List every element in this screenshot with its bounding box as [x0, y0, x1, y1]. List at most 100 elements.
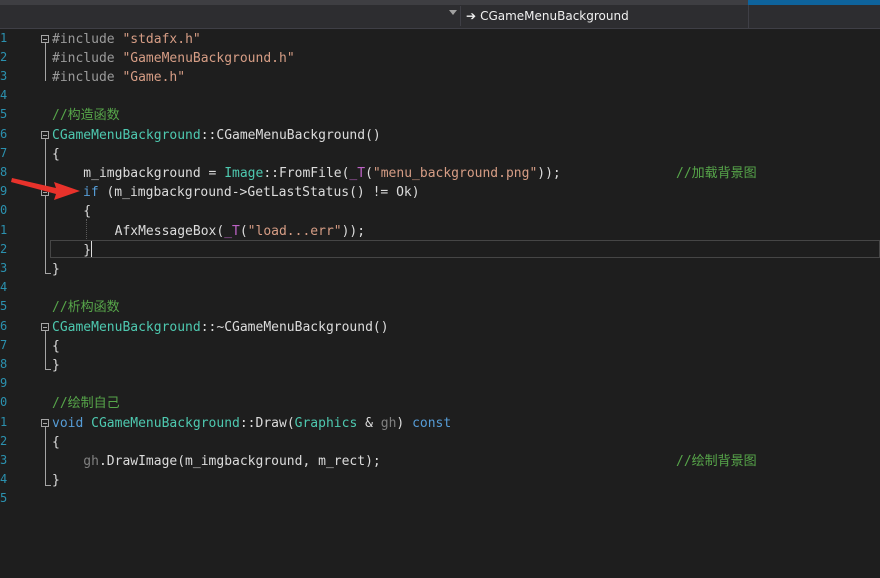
- line-number-gutter: 1 2 3 4 5 6 7 8 9 0 1 2 3 4 5 6 7 8 9 0 …: [0, 29, 14, 578]
- title-strip: [0, 0, 748, 5]
- keyword: void: [52, 416, 84, 431]
- outline-end: [45, 485, 51, 486]
- string-literal: "GameMenuBackground.h": [122, 51, 295, 66]
- class-name: CGameMenuBackground: [52, 128, 201, 143]
- divider: [748, 5, 749, 28]
- line-number: 9: [0, 184, 8, 198]
- code-line: //绘制背景图: [676, 452, 757, 471]
- line-number: 3: [0, 261, 8, 275]
- line-number: 3: [0, 69, 8, 83]
- code-text: ));: [341, 224, 366, 239]
- code-text: {: [52, 147, 60, 162]
- code-text: ::~CGameMenuBackground(): [200, 320, 389, 335]
- preprocessor: #include: [52, 51, 123, 66]
- string-literal: "load...err": [247, 224, 342, 239]
- code-line: m_imgbackground = Image::FromFile(_T("me…: [52, 164, 561, 183]
- code-line: {: [52, 433, 60, 452]
- code-text: AfxMessageBox(: [52, 224, 225, 239]
- code-line: {: [52, 337, 60, 356]
- code-line: }: [52, 260, 60, 279]
- line-number: 0: [0, 395, 8, 409]
- code-text: ::FromFile(: [263, 166, 350, 181]
- string-literal: "Game.h": [122, 70, 186, 85]
- parameter: gh: [380, 416, 397, 431]
- code-line: }: [52, 241, 91, 260]
- parameter: gh: [52, 454, 99, 469]
- line-number: 4: [0, 88, 8, 102]
- code-line: }: [52, 471, 60, 490]
- comment: //绘制自己: [52, 396, 120, 411]
- keyword: const: [412, 416, 452, 431]
- accent-strip: [748, 0, 880, 5]
- line-number: 3: [0, 453, 8, 467]
- code-text: .DrawImage(m_imgbackground, m_rect);: [98, 454, 381, 469]
- line-number: 4: [0, 280, 8, 294]
- line-number: 4: [0, 472, 8, 486]
- code-line: {: [52, 202, 91, 221]
- member-dropdown[interactable]: ➔ CGameMenuBackground: [462, 6, 747, 26]
- line-number: 9: [0, 376, 8, 390]
- line-number: 1: [0, 31, 8, 45]
- comment: //加载背景图: [676, 166, 757, 181]
- code-line: CGameMenuBackground::~CGameMenuBackgroun…: [52, 318, 389, 337]
- collapse-icon[interactable]: [41, 35, 49, 43]
- line-number: 7: [0, 146, 8, 160]
- preprocessor: #include: [52, 32, 123, 47]
- code-line: //析构函数: [52, 298, 120, 317]
- code-line: //加载背景图: [676, 164, 757, 183]
- line-number: 5: [0, 107, 8, 121]
- outline-line: [45, 331, 46, 369]
- code-line: //绘制自己: [52, 394, 120, 413]
- string-literal: "stdafx.h": [122, 32, 201, 47]
- comment: //绘制背景图: [676, 454, 757, 469]
- line-number: 0: [0, 203, 8, 217]
- line-number: 6: [0, 127, 8, 141]
- outline-end: [45, 273, 51, 274]
- collapse-icon[interactable]: [41, 419, 49, 427]
- macro: _T: [349, 166, 366, 181]
- line-number: 1: [0, 223, 8, 237]
- code-text: &: [357, 416, 381, 431]
- code-line: if (m_imgbackground->GetLastStatus() != …: [83, 183, 420, 202]
- line-number: 5: [0, 491, 8, 505]
- code-text: (: [365, 166, 373, 181]
- class-name: Image: [224, 166, 264, 181]
- code-text: {: [52, 339, 60, 354]
- member-name: CGameMenuBackground: [480, 9, 629, 23]
- code-line: #include "GameMenuBackground.h": [52, 49, 295, 68]
- current-line-highlight: [50, 240, 880, 258]
- line-number: 2: [0, 50, 8, 64]
- code-text: }: [52, 358, 60, 373]
- code-line: #include "Game.h": [52, 68, 185, 87]
- code-line: #include "stdafx.h": [52, 30, 201, 49]
- code-line: gh.DrawImage(m_imgbackground, m_rect);: [52, 452, 381, 471]
- text-caret: [91, 241, 92, 257]
- class-name: CGameMenuBackground: [52, 320, 201, 335]
- line-number: 7: [0, 338, 8, 352]
- code-line: CGameMenuBackground::CGameMenuBackground…: [52, 126, 381, 145]
- outline-line: [45, 43, 46, 81]
- code-line: {: [52, 145, 60, 164]
- outline-end: [45, 369, 51, 370]
- collapse-icon[interactable]: [41, 131, 49, 139]
- line-number: 8: [0, 165, 8, 179]
- code-text: {: [52, 204, 92, 219]
- line-number: 5: [0, 299, 8, 313]
- code-text: ::CGameMenuBackground(): [200, 128, 381, 143]
- line-number: 1: [0, 415, 8, 429]
- preprocessor: #include: [52, 70, 123, 85]
- outline-line: [45, 427, 46, 485]
- string-literal: "menu_background.png": [372, 166, 538, 181]
- code-text: }: [52, 243, 92, 258]
- line-number: 8: [0, 357, 8, 371]
- scope-dropdown-icon[interactable]: [449, 10, 457, 15]
- outline-line: [45, 139, 46, 273]
- collapse-icon[interactable]: [41, 323, 49, 331]
- code-line: }: [52, 356, 60, 375]
- code-text: ): [396, 416, 413, 431]
- code-text: ));: [537, 166, 561, 181]
- line-number: 6: [0, 319, 8, 333]
- comment: //析构函数: [52, 300, 120, 315]
- keyword: if: [83, 185, 99, 200]
